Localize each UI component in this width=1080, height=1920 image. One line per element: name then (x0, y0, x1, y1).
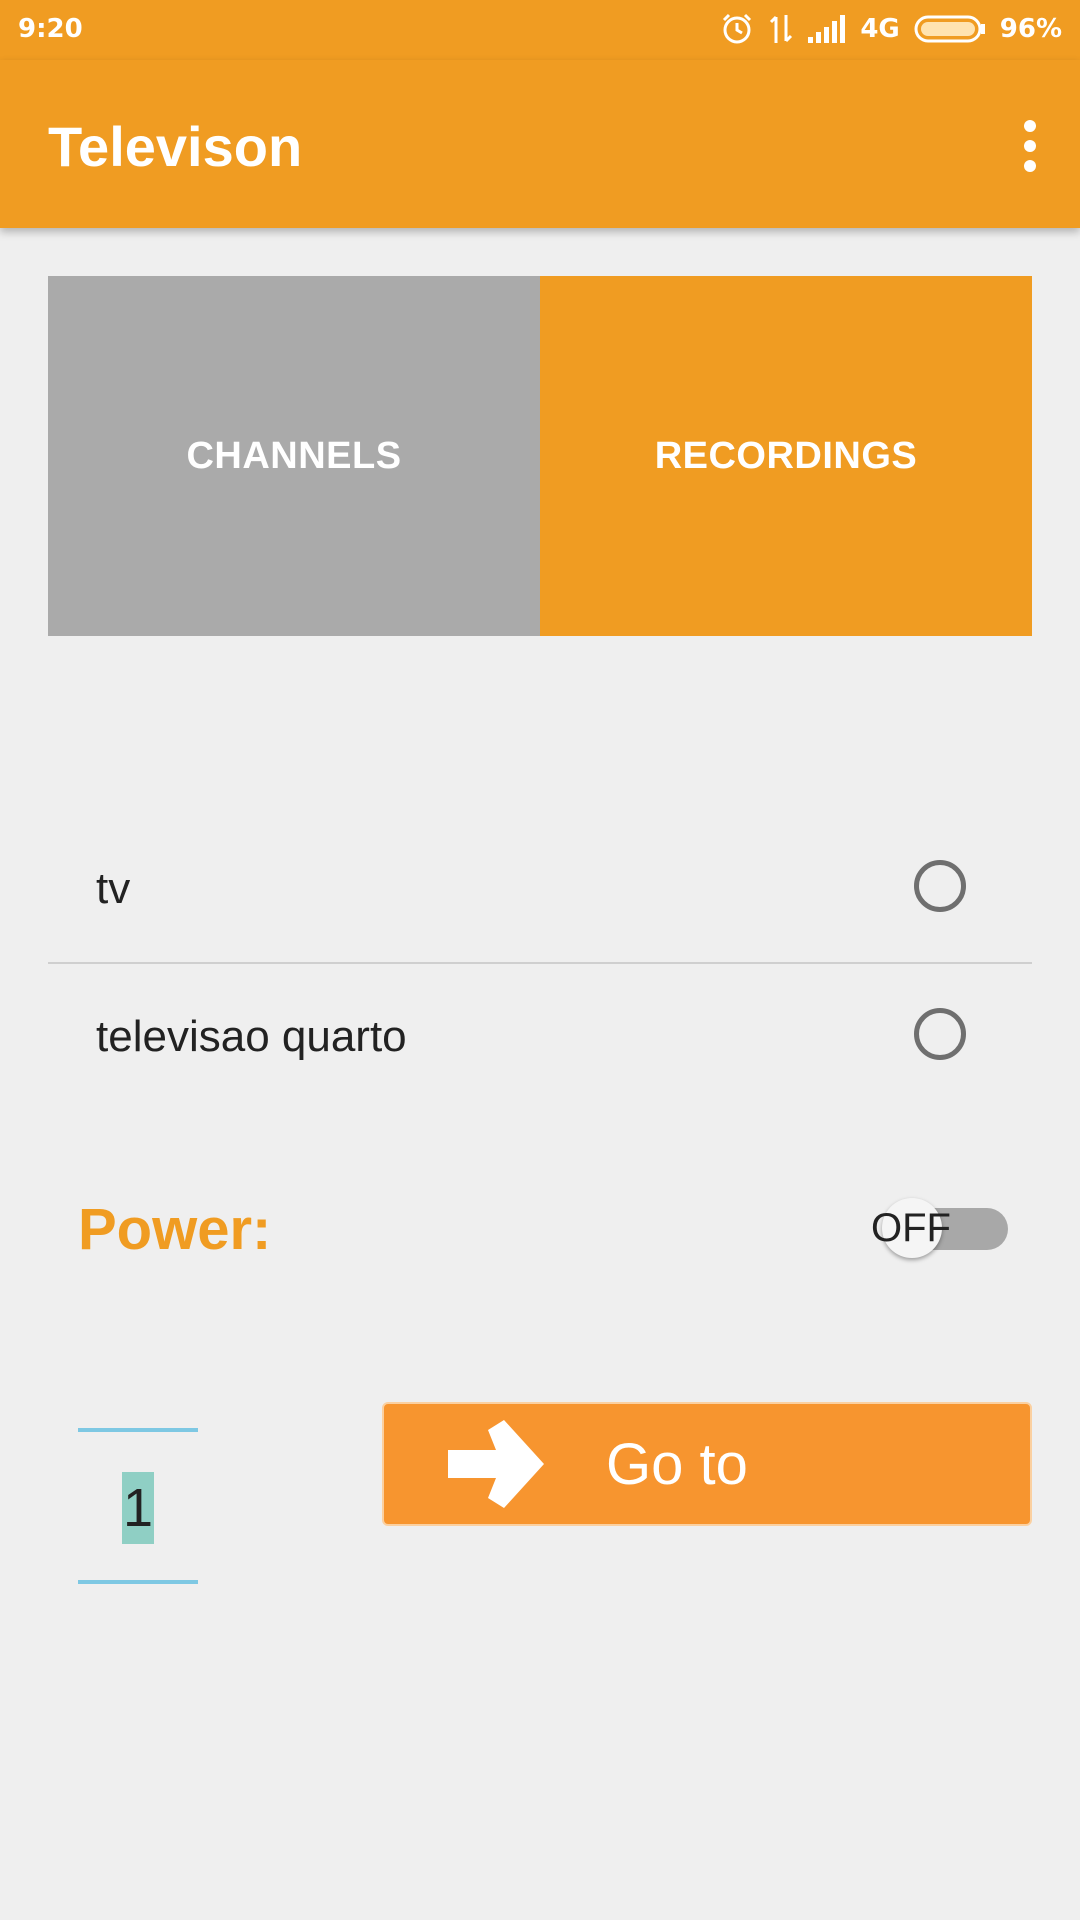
battery-icon (914, 14, 986, 44)
data-transfer-icon (768, 13, 794, 45)
device-name: tv (96, 864, 131, 913)
device-radio[interactable] (914, 1008, 966, 1060)
status-bar: 9:20 4G 96% (0, 0, 1080, 60)
power-state: OFF (871, 1206, 951, 1250)
more-vert-icon[interactable] (1020, 118, 1040, 174)
network-type: 4G (860, 14, 900, 44)
device-radio[interactable] (914, 860, 966, 912)
tab-recordings-label: RECORDINGS (654, 434, 918, 477)
signal-icon (808, 15, 846, 43)
power-switch[interactable]: OFF (868, 1198, 1008, 1264)
battery-level: 96% (999, 14, 1062, 44)
tab-bar: CHANNELS RECORDINGS (48, 276, 1032, 636)
status-icons: 4G 96% (720, 12, 1062, 46)
alarm-icon (720, 12, 754, 46)
arrow-right-icon (448, 1420, 544, 1508)
channel-number-value[interactable]: 1 (122, 1472, 154, 1544)
status-time: 9:20 (18, 14, 83, 44)
power-label: Power: (78, 1197, 272, 1262)
device-list: tv televisao quarto (48, 816, 1032, 1110)
tab-recordings[interactable]: RECORDINGS (540, 276, 1032, 636)
tab-channels[interactable]: CHANNELS (48, 276, 540, 636)
app-title: Televison (48, 115, 303, 178)
device-row-televisao-quarto[interactable]: televisao quarto (48, 964, 1032, 1110)
device-name: televisao quarto (96, 1012, 407, 1061)
device-row-tv[interactable]: tv (48, 816, 1032, 962)
app-bar: Televison (0, 60, 1080, 228)
input-underline (78, 1580, 198, 1584)
goto-label: Go to (606, 1431, 748, 1497)
goto-button[interactable]: Go to (382, 1402, 1032, 1526)
tab-channels-label: CHANNELS (186, 434, 402, 477)
channel-number-input[interactable]: 1 (78, 1428, 198, 1584)
input-top-line (78, 1428, 198, 1432)
